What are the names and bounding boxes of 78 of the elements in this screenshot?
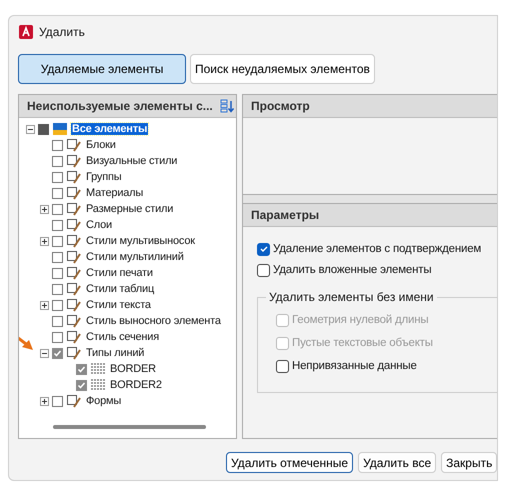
- linetype-icon: [90, 378, 106, 392]
- scrollbar[interactable]: [53, 425, 206, 429]
- tab[interactable]: Поиск неудаляемых элементов: [190, 54, 375, 84]
- tree-item[interactable]: BORDER2: [109, 379, 163, 391]
- checkmark-icon: [258, 244, 268, 254]
- linetype-icon: [90, 362, 106, 376]
- params-header: Параметры: [243, 204, 497, 227]
- tree-checkbox[interactable]: [52, 396, 63, 406]
- tree-checkbox[interactable]: [52, 348, 63, 358]
- tree-item[interactable]: Стили мультивыносок: [85, 235, 196, 247]
- style-icon: [66, 137, 82, 153]
- style-icon: [66, 233, 82, 249]
- tree-item[interactable]: BORDER: [109, 363, 157, 375]
- dialog-button[interactable]: Закрыть: [441, 452, 497, 473]
- expander-icon[interactable]: [40, 300, 49, 310]
- expander-icon[interactable]: [40, 396, 49, 406]
- tree-item[interactable]: Стили мультилиний: [85, 251, 185, 263]
- tree-checkbox[interactable]: [52, 204, 63, 214]
- tree-item[interactable]: Стили текста: [85, 299, 152, 311]
- tree-checkbox[interactable]: [52, 300, 63, 310]
- dialog-button[interactable]: Удалить все: [358, 452, 436, 473]
- tree-item[interactable]: Визуальные стили: [85, 155, 178, 167]
- group-title: Удалить элементы без имени: [266, 290, 437, 304]
- tree-checkbox[interactable]: [52, 188, 63, 198]
- tree-checkbox[interactable]: [52, 268, 63, 278]
- style-icon: [66, 393, 82, 409]
- tree-item[interactable]: Размерные стили: [85, 203, 174, 215]
- tree-checkbox[interactable]: [52, 156, 63, 166]
- expander-icon[interactable]: [40, 236, 49, 246]
- preview-header: Просмотр: [243, 95, 497, 118]
- style-icon: [66, 281, 82, 297]
- sort-icon[interactable]: [220, 99, 234, 113]
- expander-icon[interactable]: [40, 348, 49, 358]
- tree-item[interactable]: Слои: [85, 219, 113, 231]
- window-title: Удалить: [39, 25, 85, 39]
- expander-icon[interactable]: [26, 124, 35, 134]
- tree-item[interactable]: Материалы: [85, 187, 144, 199]
- tree-item[interactable]: Стили печати: [85, 267, 154, 279]
- style-icon: [66, 329, 82, 345]
- tree-checkbox[interactable]: [76, 364, 87, 374]
- style-icon: [66, 265, 82, 281]
- checkmark-icon: [53, 348, 62, 358]
- tree-checkbox[interactable]: [52, 140, 63, 150]
- tree-item[interactable]: Стиль сечения: [85, 331, 160, 343]
- expander-icon[interactable]: [40, 204, 49, 214]
- option-checkbox[interactable]: Удаление элементов с подтверждением: [257, 241, 497, 257]
- splitter-handle[interactable]: [243, 195, 497, 204]
- style-icon: [66, 201, 82, 217]
- option-checkbox[interactable]: Непривязанные данные: [276, 358, 497, 374]
- style-icon: [66, 249, 82, 265]
- tree-item[interactable]: Стили таблиц: [85, 283, 156, 295]
- tree-item[interactable]: Все элементы: [71, 123, 148, 135]
- style-icon: [66, 169, 82, 185]
- tree-checkbox[interactable]: [52, 220, 63, 230]
- style-icon: [66, 185, 82, 201]
- style-icon: [66, 313, 82, 329]
- style-icon: [66, 217, 82, 233]
- tree-item[interactable]: Блоки: [85, 139, 117, 151]
- tree-item[interactable]: Формы: [85, 395, 122, 407]
- tree-checkbox[interactable]: [52, 236, 63, 246]
- tree-checkbox[interactable]: [52, 252, 63, 262]
- style-icon: [66, 297, 82, 313]
- tree-checkbox[interactable]: [52, 284, 63, 294]
- tree-checkbox[interactable]: [52, 316, 63, 326]
- app-logo-icon: [19, 25, 33, 39]
- style-icon: [66, 153, 82, 169]
- tree-item[interactable]: Группы: [85, 171, 122, 183]
- option-checkbox[interactable]: Удалить вложенные элементы: [257, 262, 497, 278]
- tree-item[interactable]: Стиль выносного элемента: [85, 315, 222, 327]
- tree-item[interactable]: Типы линий: [85, 347, 146, 359]
- tree-checkbox[interactable]: [76, 380, 87, 390]
- dialog-button[interactable]: Удалить отмеченные: [226, 452, 354, 473]
- tree-checkbox[interactable]: [38, 124, 49, 134]
- tree-checkbox[interactable]: [52, 332, 63, 342]
- style-icon: [66, 345, 82, 361]
- tab[interactable]: Удаляемые элементы: [18, 54, 186, 84]
- panel-header: Неиспользуемые элементы с...: [27, 99, 213, 113]
- tree-checkbox[interactable]: [52, 172, 63, 182]
